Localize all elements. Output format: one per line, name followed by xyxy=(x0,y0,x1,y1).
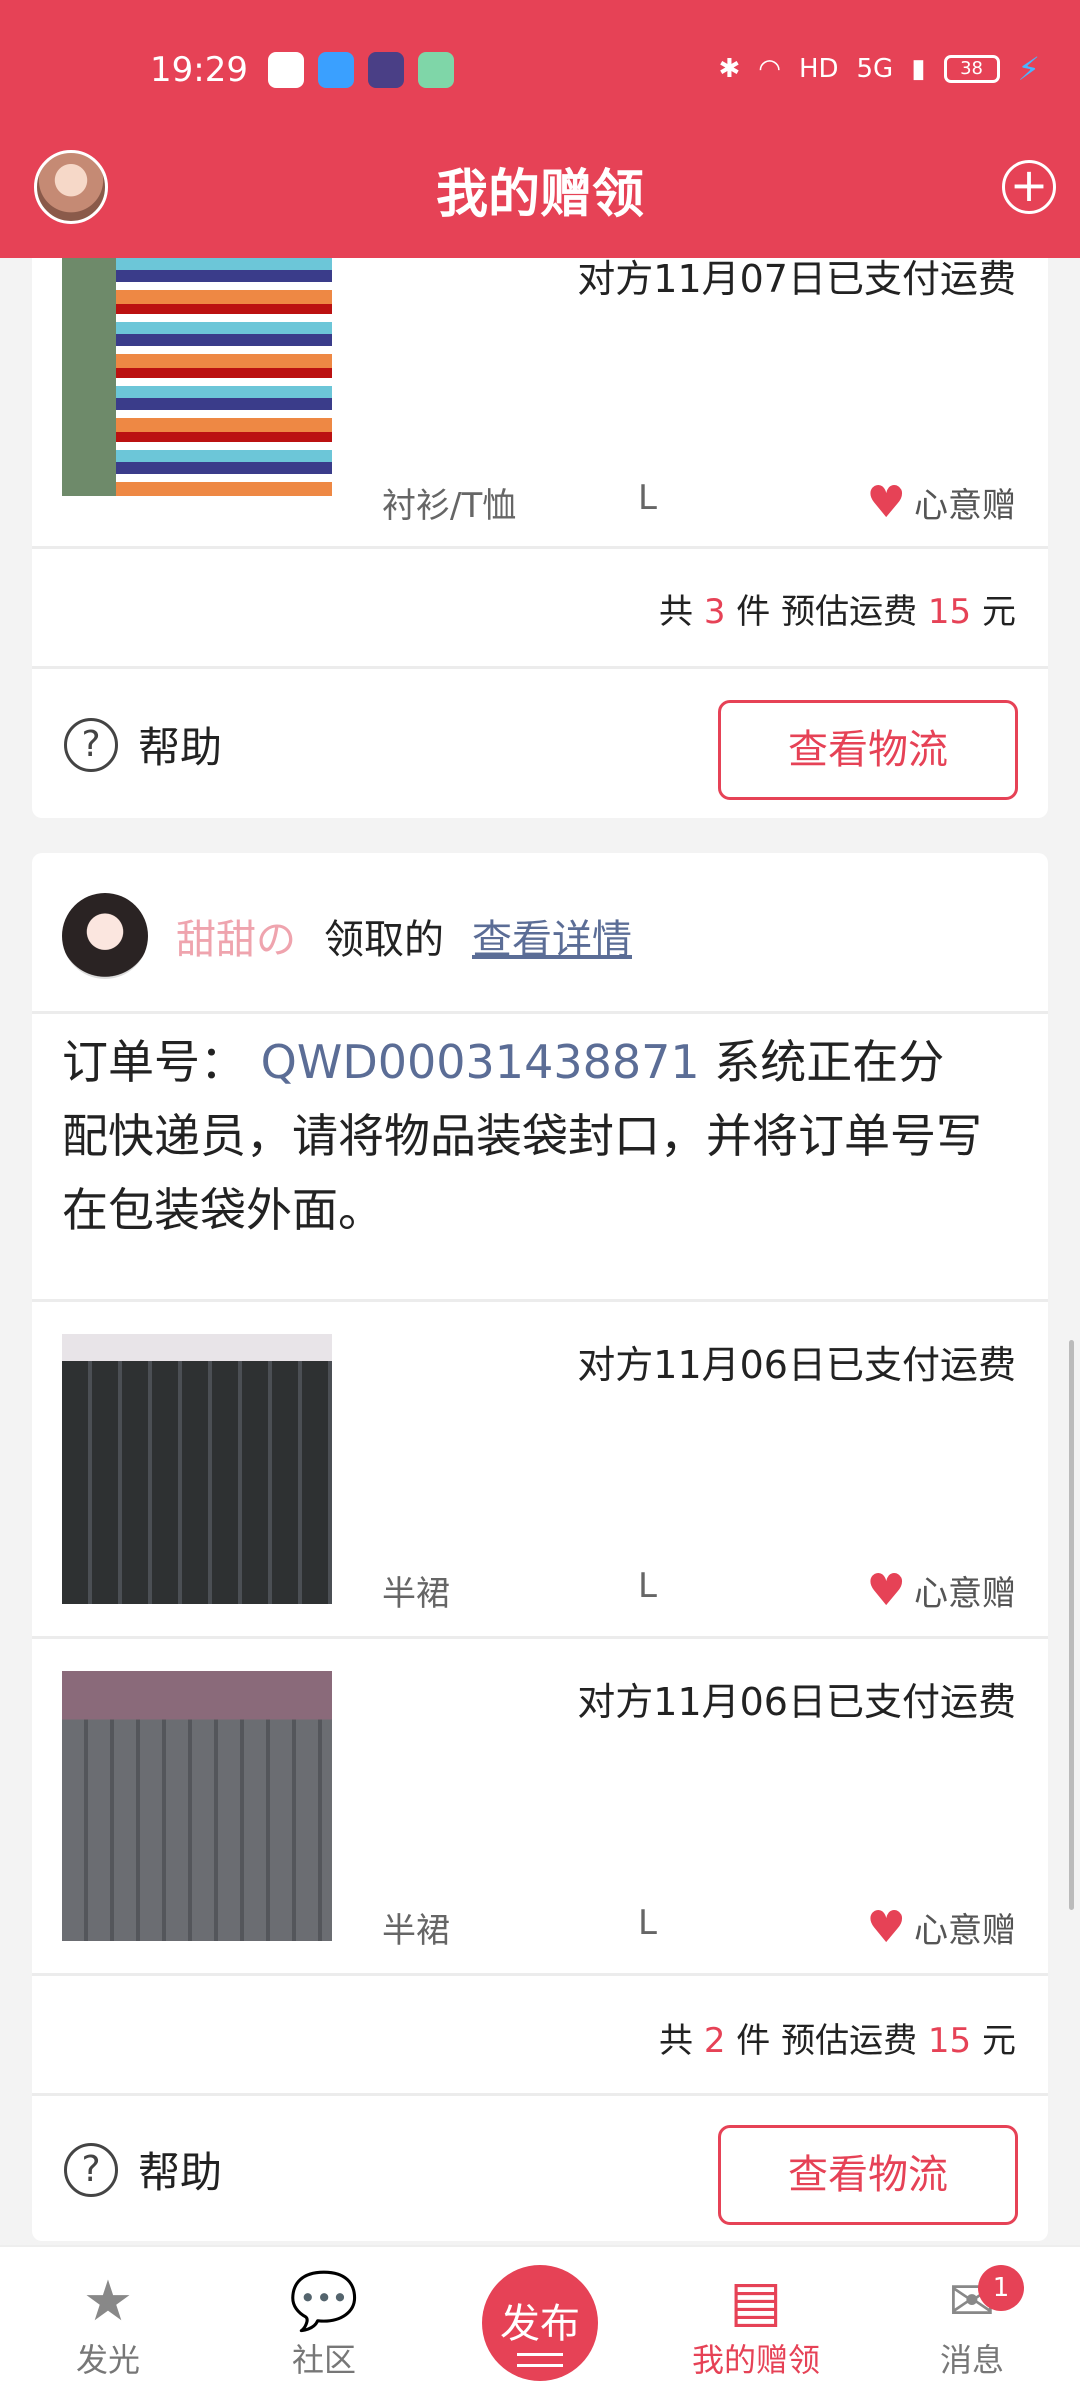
nav-item-shine[interactable]: ★ 发光 xyxy=(38,2269,178,2381)
nav-label: 社区 xyxy=(291,2341,356,2379)
star-icon: ★ xyxy=(82,2269,134,2334)
shipping-fee: 15 xyxy=(927,2021,972,2061)
question-circle-icon: ? xyxy=(64,2142,118,2197)
divider xyxy=(32,2093,1048,2096)
unread-badge: 1 xyxy=(978,2265,1024,2311)
item-category: 衬衫/T恤 xyxy=(382,486,517,526)
gift-type: ♥ 心意赠 xyxy=(867,1566,1016,1615)
item-photo[interactable] xyxy=(62,1334,332,1604)
publish-label: 发布 xyxy=(500,2301,580,2347)
app-notification-icon xyxy=(318,52,354,88)
item-category: 半裙 xyxy=(382,1911,450,1951)
battery-icon: 38 xyxy=(943,55,1000,83)
divider xyxy=(32,1011,1048,1014)
item-photo[interactable] xyxy=(62,1671,332,1941)
summary-mid: 件 预估运费 xyxy=(736,592,918,632)
item-count: 2 xyxy=(703,2021,726,2061)
divider xyxy=(32,666,1048,669)
claimer-action: 领取的 xyxy=(324,917,444,963)
summary-suffix: 元 xyxy=(982,2021,1016,2061)
scrollbar[interactable] xyxy=(1069,1340,1074,1910)
notification-icons xyxy=(268,52,454,88)
question-circle-icon: ? xyxy=(64,717,118,772)
publish-button[interactable]: 发布 xyxy=(482,2265,598,2381)
gift-label: 心意赠 xyxy=(914,1911,1016,1951)
gift-type: ♥ 心意赠 xyxy=(867,478,1016,527)
summary-prefix: 共 xyxy=(659,2021,694,2061)
item-size: L xyxy=(638,1903,657,1943)
help-label: 帮助 xyxy=(138,2148,223,2197)
summary-prefix: 共 xyxy=(659,592,694,632)
page-title: 我的赠领 xyxy=(435,165,644,225)
divider xyxy=(32,546,1048,549)
claimer-avatar[interactable] xyxy=(62,893,148,979)
chat-bubble-icon: 💬 xyxy=(289,2269,359,2334)
view-logistics-button[interactable]: 查看物流 xyxy=(718,2125,1018,2225)
claimer-row: 甜甜の 领取的 查看详情 xyxy=(62,893,632,979)
nav-item-my-gifts[interactable]: ▤ 我的赠领 xyxy=(686,2269,826,2381)
app-notification-icon xyxy=(268,52,304,88)
app-notification-icon xyxy=(368,52,404,88)
order-card: 甜甜の 领取的 查看详情 订单号： QWD00031438871 系统正在分配快… xyxy=(32,853,1048,2241)
bluetooth-icon: ✱ xyxy=(718,54,741,84)
divider xyxy=(32,1973,1048,1976)
hd-badge: HD xyxy=(798,54,839,84)
help-button[interactable]: ? 帮助 xyxy=(64,714,222,775)
gift-type: ♥ 心意赠 xyxy=(867,1903,1016,1952)
help-button[interactable]: ? 帮助 xyxy=(64,2139,222,2200)
paid-status: 对方11月06日已支付运费 xyxy=(577,1343,1016,1387)
item-photo[interactable] xyxy=(62,230,332,496)
paid-status: 对方11月06日已支付运费 xyxy=(577,1680,1016,1724)
order-label: 订单号： xyxy=(62,1035,246,1089)
heart-icon: ♥ xyxy=(866,476,906,528)
nav-item-community[interactable]: 💬 社区 xyxy=(254,2269,394,2381)
nav-label: 我的赠领 xyxy=(691,2341,820,2379)
summary-mid: 件 预估运费 xyxy=(736,2021,918,2061)
nav-label: 发光 xyxy=(75,2341,140,2379)
system-icons: ✱ ◠ HD 5G ▮ 38 ⚡ xyxy=(718,50,1040,88)
shipping-fee: 15 xyxy=(927,592,972,632)
bottom-nav: ★ 发光 💬 社区 发布 ▤ 我的赠领 ✉ 消息 1 xyxy=(0,2245,1080,2400)
status-time: 19:29 xyxy=(150,50,248,90)
heart-icon: ♥ xyxy=(866,1901,906,1953)
item-category: 半裙 xyxy=(382,1574,450,1614)
help-label: 帮助 xyxy=(138,723,223,772)
order-message: 订单号： QWD00031438871 系统正在分配快递员，请将物品装袋封口，并… xyxy=(62,1025,988,1247)
gift-label: 心意赠 xyxy=(914,486,1016,526)
order-item[interactable]: 对方11月06日已支付运费 半裙 L ♥ 心意赠 xyxy=(32,1639,1048,1973)
order-number[interactable]: QWD00031438871 xyxy=(261,1035,700,1089)
plus-circle-icon[interactable]: + xyxy=(1002,160,1056,214)
nav-label: 消息 xyxy=(939,2341,1004,2379)
order-card: 对方11月07日已支付运费 衬衫/T恤 L ♥ 心意赠 共 3 件 预估运费 1… xyxy=(32,230,1048,818)
order-summary: 共 3 件 预估运费 15 元 xyxy=(659,584,1016,633)
heart-icon: ♥ xyxy=(866,1564,906,1616)
item-size: L xyxy=(638,478,657,518)
view-logistics-button[interactable]: 查看物流 xyxy=(718,700,1018,800)
status-bar: 19:29 ✱ ◠ HD 5G ▮ 38 ⚡ xyxy=(0,40,1080,100)
order-summary: 共 2 件 预估运费 15 元 xyxy=(659,2013,1016,2062)
publish-icon xyxy=(517,2353,563,2367)
wifi-icon: ◠ xyxy=(758,54,781,84)
item-size: L xyxy=(638,1566,657,1606)
summary-suffix: 元 xyxy=(982,592,1016,632)
network-type: 5G xyxy=(856,54,894,84)
claimer-name[interactable]: 甜甜の xyxy=(176,907,296,965)
gift-label: 心意赠 xyxy=(914,1574,1016,1614)
view-details-link[interactable]: 查看详情 xyxy=(472,907,632,965)
charging-icon: ⚡ xyxy=(1017,50,1040,88)
item-count: 3 xyxy=(703,592,726,632)
app-notification-icon xyxy=(418,52,454,88)
order-item[interactable]: 对方11月07日已支付运费 衬衫/T恤 L ♥ 心意赠 xyxy=(32,230,1048,546)
signal-icon: ▮ xyxy=(911,54,926,84)
app-header: 19:29 ✱ ◠ HD 5G ▮ 38 ⚡ 我的赠领 + xyxy=(0,0,1080,258)
gift-box-icon: ▤ xyxy=(729,2269,783,2334)
order-item[interactable]: 对方11月06日已支付运费 半裙 L ♥ 心意赠 xyxy=(32,1302,1048,1636)
